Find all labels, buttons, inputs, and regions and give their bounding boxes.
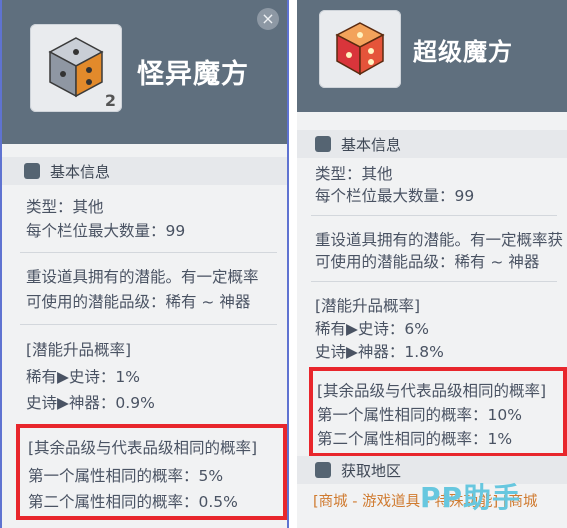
upgrade-rate-title: [潜能升品概率] (315, 297, 421, 315)
item-tooltip-right: 超级魔方 基本信息 类型：其他 每个栏位最大数量：99 重设道具拥有的潜能。有一… (297, 0, 567, 528)
max-quantity-line: 每个栏位最大数量：99 (315, 187, 475, 205)
same-rate-title: [其余品级与代表品级相同的概率] (317, 382, 547, 400)
bag-icon (315, 136, 331, 152)
item-tooltip-left: 2 怪异魔方 × 基本信息 类型：其他 每个栏位最大数量：99 重设道具拥有的潜… (0, 0, 289, 528)
close-icon[interactable]: × (257, 8, 279, 30)
location-pin-icon (315, 462, 331, 478)
item-icon-box (319, 10, 401, 88)
max-quantity-line: 每个栏位最大数量：99 (26, 222, 186, 240)
tooltip-header: 超级魔方 (297, 0, 567, 112)
section-basic-info: 基本信息 (2, 157, 287, 185)
divider (311, 215, 557, 216)
description-line-1: 重设道具拥有的潜能。有一定概率 (26, 268, 259, 286)
same-rate-2: 第二个属性相同的概率：0.5% (28, 493, 238, 511)
section-label: 获取地区 (341, 462, 402, 480)
bag-icon (24, 163, 40, 179)
tooltip-header: 2 怪异魔方 × (2, 0, 287, 144)
divider (20, 324, 277, 325)
upgrade-rate-2: 史诗▶神器：0.9% (26, 394, 155, 412)
section-label: 基本信息 (341, 136, 402, 154)
item-quantity: 2 (104, 91, 116, 110)
type-line: 类型：其他 (315, 165, 393, 183)
section-basic-info: 基本信息 (297, 130, 567, 158)
watermark-logo: PP助手 (420, 481, 522, 514)
item-title: 怪异魔方 (137, 59, 249, 90)
upgrade-rate-1: 稀有▶史诗：1% (26, 368, 141, 386)
same-rate-title: [其余品级与代表品级相同的概率] (28, 439, 258, 457)
upgrade-rate-2: 史诗▶神器：1.8% (315, 343, 444, 361)
super-cube-icon (335, 22, 385, 76)
upgrade-rate-title: [潜能升品概率] (26, 341, 132, 359)
description-line-1: 重设道具拥有的潜能。有一定概率获 (315, 231, 564, 249)
section-label: 基本信息 (50, 163, 111, 181)
item-icon-box: 2 (30, 24, 122, 112)
upgrade-rate-1: 稀有▶史诗：6% (315, 320, 430, 338)
type-line: 类型：其他 (26, 198, 104, 216)
divider (311, 281, 557, 282)
same-rate-1: 第一个属性相同的概率：10% (317, 406, 522, 424)
description-line-2: 可使用的潜能品级：稀有 ~ 神器 (315, 253, 540, 271)
divider (20, 252, 277, 253)
same-rate-2: 第二个属性相同的概率：1% (317, 430, 513, 448)
description-line-2: 可使用的潜能品级：稀有 ~ 神器 (26, 293, 251, 311)
same-rate-1: 第一个属性相同的概率：5% (28, 467, 224, 485)
item-title: 超级魔方 (413, 38, 513, 66)
